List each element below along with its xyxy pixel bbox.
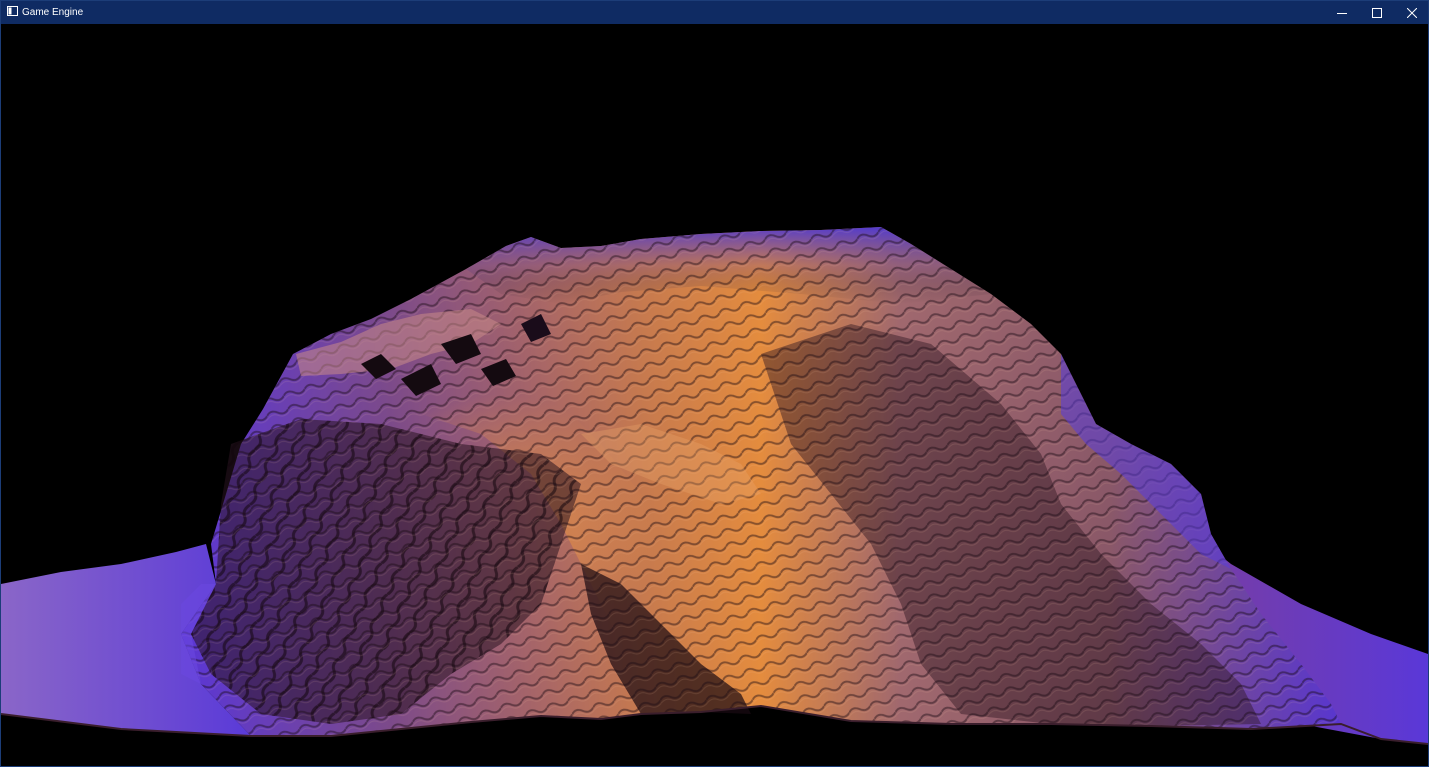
title-bar[interactable]: Game Engine xyxy=(1,1,1428,24)
terrain-mesh xyxy=(1,227,1428,745)
maximize-icon xyxy=(1371,7,1382,18)
close-button[interactable] xyxy=(1394,1,1429,24)
render-viewport[interactable] xyxy=(1,24,1428,766)
close-icon xyxy=(1406,7,1417,18)
game-engine-window: Game Engine xyxy=(0,0,1429,767)
app-window-icon xyxy=(7,6,18,16)
minimize-button[interactable] xyxy=(1324,1,1359,24)
window-title: Game Engine xyxy=(22,7,84,18)
maximize-button[interactable] xyxy=(1359,1,1394,24)
minimize-icon xyxy=(1336,12,1347,14)
